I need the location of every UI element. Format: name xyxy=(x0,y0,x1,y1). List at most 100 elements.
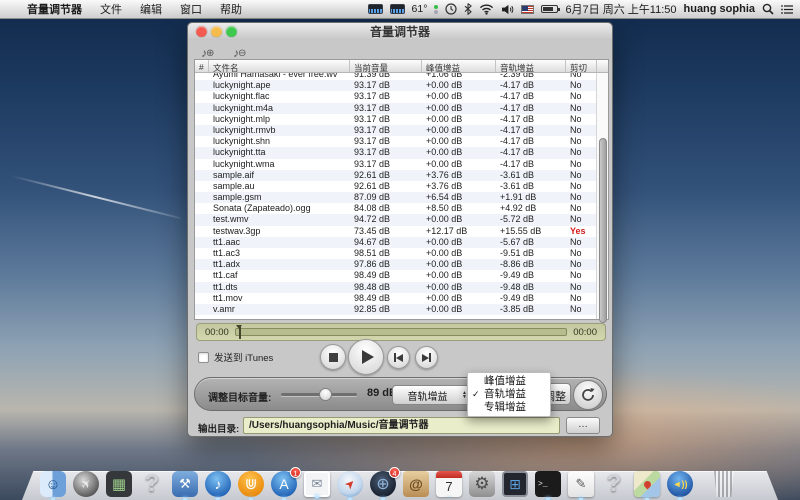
dock-missing-app-2[interactable]: ? xyxy=(601,471,627,497)
table-row[interactable]: Sonata (Zapateado).ogg84.08 dB+8.50 dB+4… xyxy=(195,203,608,214)
table-row[interactable]: luckynight.tta93.17 dB+0.00 dB-4.17 dBNo xyxy=(195,147,608,158)
stop-button[interactable] xyxy=(320,344,346,370)
dock-app-store[interactable]: A1 xyxy=(271,471,297,497)
dock-windows-vm-app[interactable]: ⊞ xyxy=(502,471,528,497)
table-row[interactable]: tt1.ac398.51 dB+0.00 dB-9.51 dBNo xyxy=(195,248,608,259)
dock-items: ☺ ✈ ▦? ⚒ ♪ ⋓ A1 ✉ ➤ ⊕4 @7 ⚙ ⊞ >_ ✎? ◄)) xyxy=(40,471,736,497)
menu-bar-datetime[interactable]: 6月7日 周六 上午11:50 xyxy=(565,1,676,17)
table-row[interactable]: luckynight.shn93.17 dB+0.00 dB-4.17 dBNo xyxy=(195,136,608,147)
menu-item-0[interactable]: 音量调节器 xyxy=(18,4,91,16)
cpu-graph-icon[interactable] xyxy=(368,4,383,14)
column-header-0[interactable]: # xyxy=(195,60,209,72)
remove-files-button[interactable]: ♪ ⊖ xyxy=(233,44,257,59)
dock-trash[interactable] xyxy=(712,471,736,497)
previous-button[interactable] xyxy=(387,346,410,369)
play-button[interactable] xyxy=(348,339,384,375)
column-header-1[interactable]: 文件名 xyxy=(209,60,350,72)
column-header-2[interactable]: 当前音量 xyxy=(350,60,422,72)
menu-item-2[interactable]: 编辑 xyxy=(131,4,171,16)
volume-icon[interactable] xyxy=(501,4,514,15)
column-header-3[interactable]: 峰值增益 xyxy=(422,60,496,72)
progress-track[interactable] xyxy=(235,328,567,336)
dock-maps[interactable] xyxy=(634,471,660,497)
add-files-button[interactable]: ♪ ⊕ xyxy=(201,44,225,59)
gain-mode-popup[interactable]: 音轨增益 ▲▼ xyxy=(392,385,472,405)
table-row[interactable]: tt1.caf98.49 dB+0.00 dB-9.49 dBNo xyxy=(195,270,608,281)
target-volume-slider[interactable] xyxy=(281,393,357,396)
dock-system-preferences[interactable]: ⚙ xyxy=(469,471,495,497)
close-button[interactable] xyxy=(196,26,207,37)
slider-knob[interactable] xyxy=(319,388,332,401)
minimize-button[interactable] xyxy=(211,26,222,37)
table-row[interactable]: luckynight.wma93.17 dB+0.00 dB-4.17 dBNo xyxy=(195,159,608,170)
network-graph-icon[interactable] xyxy=(390,4,405,14)
gain-menu-item-1[interactable]: ✓音轨增益 xyxy=(468,388,550,401)
window-titlebar[interactable]: 音量调节器 xyxy=(188,23,612,40)
table-row[interactable]: sample.aif92.61 dB+3.76 dB-3.61 dBNo xyxy=(195,170,608,181)
menu-bar: 音量调节器文件编辑窗口帮助 61° 6月7日 周六 上午11:50 huang … xyxy=(0,0,800,19)
dock-calendar[interactable]: 7 xyxy=(436,471,462,497)
dock-volume-adjuster[interactable]: ◄)) xyxy=(667,471,693,497)
next-button[interactable] xyxy=(415,346,438,369)
dock-textedit[interactable]: ✎ xyxy=(568,471,594,497)
value-cell: No xyxy=(566,159,597,170)
table-row[interactable]: tt1.adx97.86 dB+0.00 dB-8.86 dBNo xyxy=(195,259,608,270)
playhead-marker[interactable] xyxy=(239,326,241,339)
menu-bar-user[interactable]: huang sophia xyxy=(684,3,756,15)
table-row[interactable]: luckynight.mlp93.17 dB+0.00 dB-4.17 dBNo xyxy=(195,114,608,125)
dock-launchpad[interactable]: ✈ xyxy=(73,471,99,497)
gain-menu-item-2[interactable]: 专辑增益 xyxy=(468,401,550,414)
dock-mail[interactable]: ✉ xyxy=(304,471,330,497)
menu-item-4[interactable]: 帮助 xyxy=(211,4,251,16)
spotlight-search-icon[interactable] xyxy=(762,3,774,15)
value-cell: No xyxy=(566,181,597,192)
table-row[interactable]: testwav.3gp73.45 dB+12.17 dB+15.55 dBYes xyxy=(195,226,608,237)
dock-safari[interactable]: ➤ xyxy=(337,471,363,497)
column-header-4[interactable]: 音轨增益 xyxy=(496,60,566,72)
dock-finder[interactable]: ☺ xyxy=(40,471,66,497)
table-row[interactable]: test.wmv94.72 dB+0.00 dB-5.72 dBNo xyxy=(195,214,608,225)
table-header[interactable]: #文件名当前音量峰值增益音轨增益剪切 xyxy=(195,60,608,73)
value-cell xyxy=(195,136,209,147)
dock-globe-app[interactable]: ⊕4 xyxy=(370,471,396,497)
scrollbar-track[interactable] xyxy=(596,73,608,319)
dock-ibooks[interactable]: ⋓ xyxy=(238,471,264,497)
send-to-itunes-checkbox[interactable] xyxy=(198,352,209,363)
clock-icon[interactable] xyxy=(445,3,457,15)
temperature-status[interactable]: 61° xyxy=(412,3,428,15)
table-row[interactable]: luckynight.rmvb93.17 dB+0.00 dB-4.17 dBN… xyxy=(195,125,608,136)
table-row[interactable]: sample.gsm87.09 dB+6.54 dB+1.91 dBNo xyxy=(195,192,608,203)
zoom-button[interactable] xyxy=(226,26,237,37)
table-row[interactable]: luckynight.flac93.17 dB+0.00 dB-4.17 dBN… xyxy=(195,91,608,102)
menu-item-1[interactable]: 文件 xyxy=(91,4,131,16)
table-row[interactable]: v.amr92.85 dB+0.00 dB-3.85 dBNo xyxy=(195,304,608,315)
wifi-icon[interactable] xyxy=(479,3,494,15)
table-row[interactable]: luckynight.ape93.17 dB+0.00 dB-4.17 dBNo xyxy=(195,80,608,91)
output-dir-field[interactable]: /Users/huangsophia/Music/音量调节器 xyxy=(243,417,560,434)
notification-center-icon[interactable] xyxy=(781,4,794,15)
table-row[interactable]: tt1.mov98.49 dB+0.00 dB-9.49 dBNo xyxy=(195,293,608,304)
dock-missing-app-1[interactable]: ? xyxy=(139,471,165,497)
us-flag-icon[interactable] xyxy=(521,5,534,14)
table-body[interactable]: Ayumi Hamasaki - ever free.wv91.39 dB+1.… xyxy=(195,73,608,319)
table-row[interactable]: luckynight.m4a93.17 dB+0.00 dB-4.17 dBNo xyxy=(195,103,608,114)
value-cell xyxy=(195,237,209,248)
bluetooth-icon[interactable] xyxy=(464,3,472,15)
refresh-button[interactable] xyxy=(573,380,603,410)
dock-contacts[interactable]: @ xyxy=(403,471,429,497)
table-row[interactable]: tt1.aac94.67 dB+0.00 dB-5.67 dBNo xyxy=(195,237,608,248)
dock-xcode[interactable]: ⚒ xyxy=(172,471,198,497)
scrollbar-thumb[interactable] xyxy=(599,138,607,323)
browse-button[interactable]: … xyxy=(566,417,600,434)
dock-itunes[interactable]: ♪ xyxy=(205,471,231,497)
table-row[interactable]: Ayumi Hamasaki - ever free.wv91.39 dB+1.… xyxy=(195,73,608,80)
menu-item-3[interactable]: 窗口 xyxy=(171,4,211,16)
table-row[interactable]: sample.au92.61 dB+3.76 dB-3.61 dBNo xyxy=(195,181,608,192)
column-header-5[interactable]: 剪切 xyxy=(566,60,597,72)
gain-menu-item-0[interactable]: 峰值增益 xyxy=(468,375,550,388)
table-row[interactable]: tt1.dts98.48 dB+0.00 dB-9.48 dBNo xyxy=(195,282,608,293)
status-dots-icon[interactable] xyxy=(434,5,438,14)
battery-icon[interactable] xyxy=(541,5,558,13)
dock-terminal[interactable]: >_ xyxy=(535,471,561,497)
dock-photos-grid-app[interactable]: ▦ xyxy=(106,471,132,497)
